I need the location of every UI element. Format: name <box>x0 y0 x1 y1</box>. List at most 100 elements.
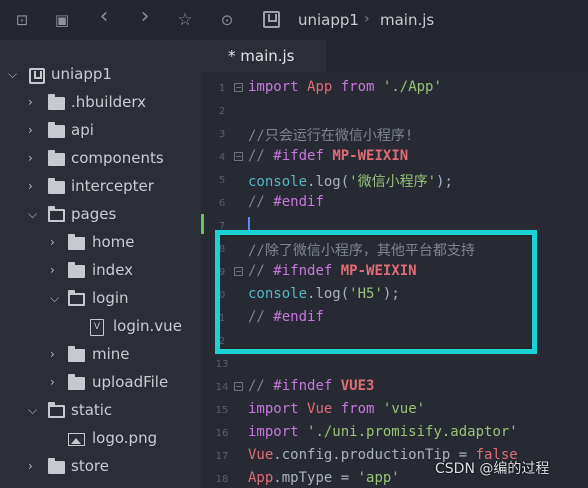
tree-item-label: .hbuilderx <box>71 93 147 111</box>
line-number: 15 <box>215 405 229 416</box>
folder-icon <box>48 150 65 166</box>
chevron-right-icon[interactable]: › <box>50 375 62 389</box>
code-text: import Vue from 'vue' <box>248 401 426 417</box>
folder-icon <box>68 374 85 390</box>
folder-open-icon <box>48 206 65 222</box>
vue-file-icon: V <box>90 319 104 336</box>
watermark: CSDN @编的过程 <box>435 461 550 477</box>
code-text: import './uni.promisify.adaptor' <box>248 424 518 440</box>
tree-item-label: uploadFile <box>92 373 169 391</box>
code-line-14: 14 − // #ifndef VUE3 <box>201 376 588 399</box>
chevron-down-icon[interactable]: ⌵ <box>28 403 40 418</box>
code-line-5: 5 console.log('微信小程序'); <box>201 169 588 192</box>
line-number: 17 <box>215 451 229 462</box>
folder-icon <box>48 178 65 194</box>
tree-item-label: index <box>92 261 134 279</box>
tree-item-label: intercepter <box>71 177 154 195</box>
code-line-1: 1 − import App from './App' <box>201 77 588 100</box>
tree-item-intercepter[interactable]: › intercepter <box>0 173 201 201</box>
chevron-right-icon[interactable]: › <box>28 95 40 109</box>
tree-item-components[interactable]: › components <box>0 145 201 173</box>
save-icon[interactable]: ▣ <box>52 10 72 30</box>
tree-item-uploadfile[interactable]: › uploadFile <box>0 369 201 397</box>
tree-item-label: login.vue <box>113 317 182 335</box>
code-line-15: 15 import Vue from 'vue' <box>201 399 588 422</box>
code-text: import App from './App' <box>248 79 442 95</box>
line-number: 14 <box>215 382 229 393</box>
line-number: 18 <box>215 474 229 485</box>
tree-item-static[interactable]: ⌵ static <box>0 397 201 425</box>
chevron-right-icon[interactable]: › <box>28 123 40 137</box>
code-text: // #ifdef MP-WEIXIN <box>248 148 409 164</box>
tree-item-label: home <box>92 233 135 251</box>
tree-item-pages[interactable]: ⌵ pages <box>0 201 201 229</box>
folder-open-icon <box>68 290 85 306</box>
chevron-down-icon[interactable]: ⌵ <box>8 67 20 82</box>
line-number: 16 <box>215 428 229 439</box>
chevron-down-icon[interactable]: ⌵ <box>28 207 40 222</box>
folder-icon <box>48 122 65 138</box>
tree-item-index[interactable]: › index <box>0 257 201 285</box>
line-number: 3 <box>218 129 226 140</box>
chevron-down-icon[interactable]: ⌵ <box>50 291 62 306</box>
tree-item-hbuilderx[interactable]: › .hbuilderx <box>0 89 201 117</box>
line-number: 13 <box>215 359 229 370</box>
tree-item-login-vue[interactable]: V login.vue <box>0 313 201 341</box>
code-text: //只会运行在微信小程序! <box>248 128 414 144</box>
star-icon[interactable]: ☆ <box>175 10 195 30</box>
tree-item-home[interactable]: › home <box>0 229 201 257</box>
breadcrumb-project[interactable]: uniapp1 <box>298 11 359 29</box>
code-text: App.mpType = 'app' <box>248 470 400 486</box>
forward-icon[interactable]: › <box>135 6 155 28</box>
folder-icon <box>68 346 85 362</box>
folder-open-icon <box>48 402 65 418</box>
editor-tabbar: * main.js <box>201 40 588 72</box>
code-line-13: 13 <box>201 353 588 376</box>
tree-item-label: mine <box>92 345 130 363</box>
project-logo-icon <box>263 11 280 28</box>
folder-icon <box>48 458 65 474</box>
folder-icon <box>68 234 85 250</box>
line-number: 1 <box>218 83 226 94</box>
code-line-6: 6 // #endif <box>201 192 588 215</box>
annotation-highlight-box <box>215 230 537 354</box>
code-line-2: 2 <box>201 100 588 123</box>
chevron-right-icon[interactable]: › <box>28 179 40 193</box>
tab-main-js[interactable]: * main.js <box>201 40 326 72</box>
chevron-right-icon[interactable]: › <box>50 347 62 361</box>
fold-toggle-icon[interactable]: − <box>234 83 243 92</box>
code-text: // #ifndef VUE3 <box>248 378 375 394</box>
breadcrumb-file[interactable]: main.js <box>380 11 434 29</box>
tree-item-label: uniapp1 <box>51 65 112 83</box>
chevron-right-icon[interactable]: › <box>28 459 40 473</box>
toolbar: ⊡ ▣ ‹ › ☆ ⊙ uniapp1 › main.js <box>0 0 588 40</box>
chevron-right-icon[interactable]: › <box>28 151 40 165</box>
chevron-right-icon[interactable]: › <box>50 235 62 249</box>
line-number: 5 <box>218 175 226 186</box>
image-file-icon <box>68 433 85 446</box>
tree-item-logo-png[interactable]: logo.png <box>0 425 201 453</box>
fold-toggle-icon[interactable]: − <box>234 152 243 161</box>
run-icon[interactable]: ⊙ <box>217 10 237 30</box>
chevron-right-icon[interactable]: › <box>50 263 62 277</box>
back-icon[interactable]: ‹ <box>94 6 114 28</box>
new-file-icon[interactable]: ⊡ <box>12 10 32 30</box>
fold-toggle-icon[interactable]: − <box>234 382 243 391</box>
tree-item-mine[interactable]: › mine <box>0 341 201 369</box>
tree-item-api[interactable]: › api <box>0 117 201 145</box>
code-line-3: 3 //只会运行在微信小程序! <box>201 123 588 146</box>
tree-item-label: api <box>71 121 94 139</box>
line-number: 4 <box>218 152 226 163</box>
tree-item-login[interactable]: ⌵ login <box>0 285 201 313</box>
project-explorer: ⌵ uniapp1 › .hbuilderx › api › component… <box>0 40 201 488</box>
tree-item-label: components <box>71 149 164 167</box>
line-number: 6 <box>218 198 226 209</box>
tree-item-label: static <box>71 401 113 419</box>
tree-item-project[interactable]: ⌵ uniapp1 <box>0 61 201 89</box>
code-text: console.log('微信小程序'); <box>248 174 453 190</box>
tree-item-store[interactable]: › store <box>0 453 201 481</box>
code-line-16: 16 import './uni.promisify.adaptor' <box>201 422 588 445</box>
tree-item-label: store <box>71 457 109 475</box>
tree-item-label: login <box>92 289 129 307</box>
tree-item-label: pages <box>71 205 117 223</box>
